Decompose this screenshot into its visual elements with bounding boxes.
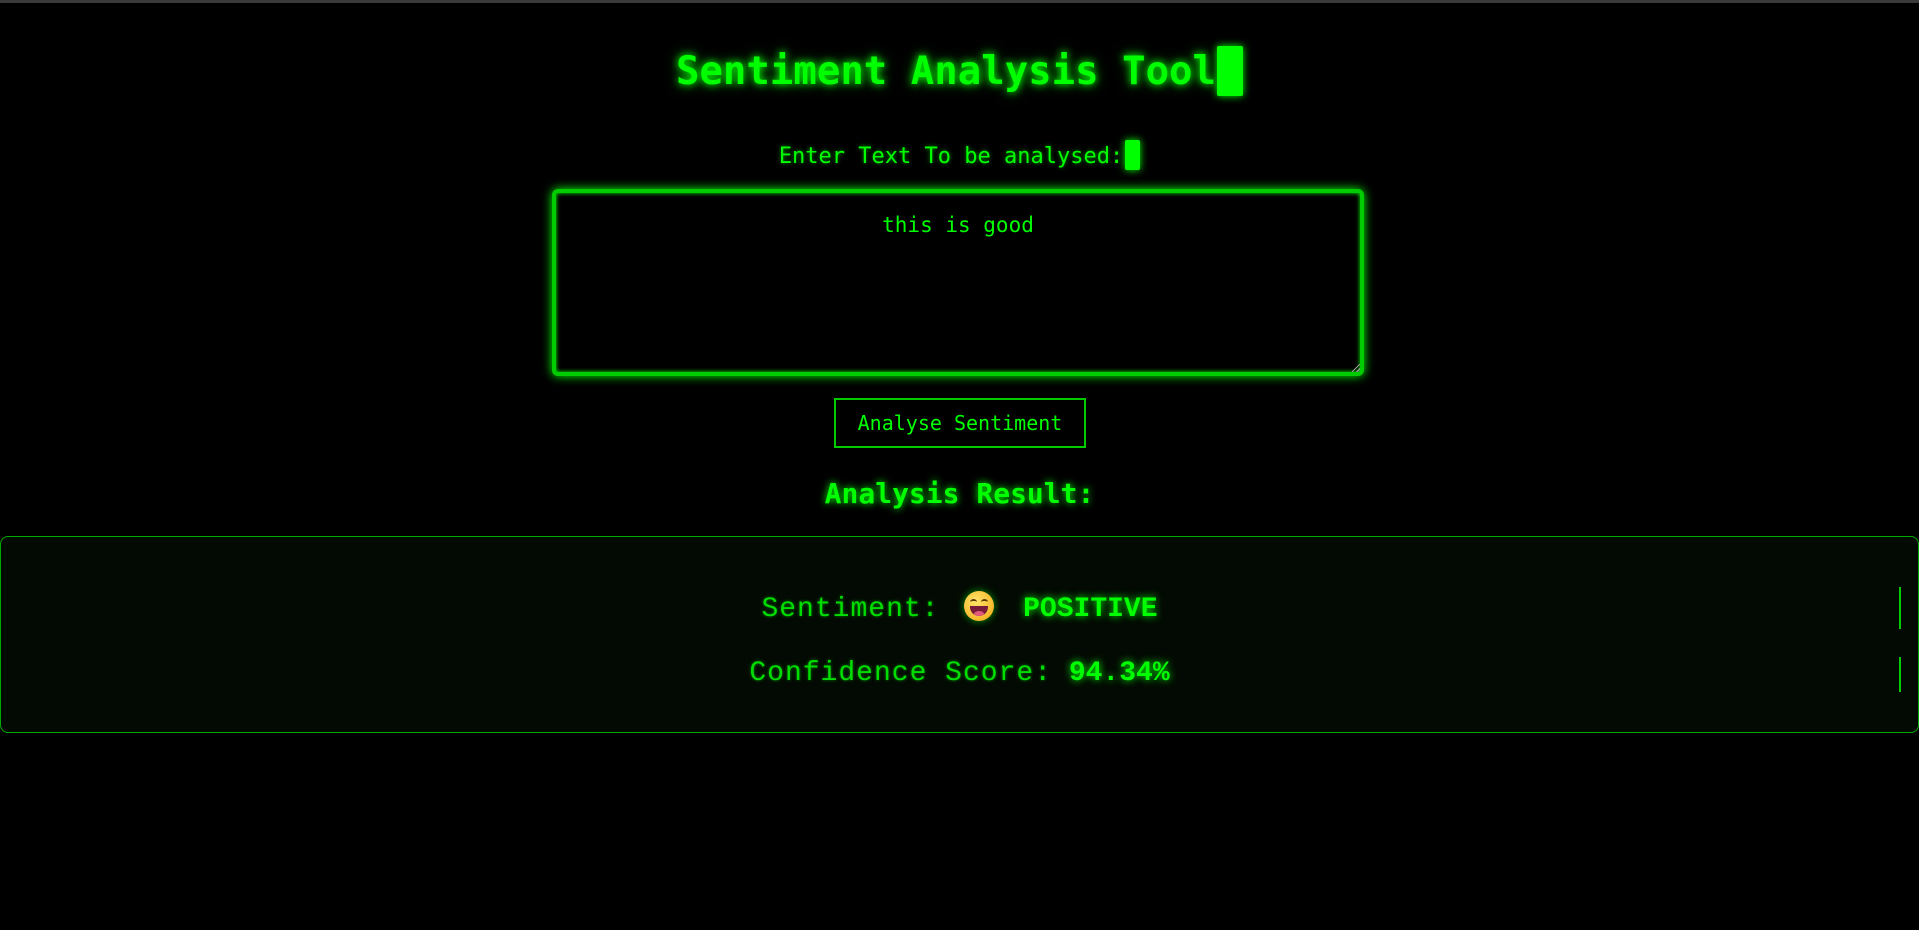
row-divider-mark bbox=[1899, 657, 1901, 692]
page-title-text: Sentiment Analysis Tool bbox=[675, 49, 1217, 94]
result-heading: Analysis Result: bbox=[824, 477, 1095, 510]
resize-handle-icon[interactable] bbox=[1352, 364, 1360, 372]
analyse-sentiment-button[interactable]: Analyse Sentiment bbox=[834, 398, 1086, 448]
confidence-label: Confidence Score: bbox=[749, 658, 1052, 689]
window-top-border bbox=[0, 0, 1919, 3]
blinking-cursor-icon bbox=[1125, 140, 1141, 170]
input-label-text: Enter Text To be analysed: bbox=[778, 144, 1124, 169]
input-label: Enter Text To be analysed: bbox=[0, 140, 1919, 173]
sentiment-row: Sentiment: POSITIVE bbox=[0, 590, 1919, 630]
result-panel bbox=[0, 536, 1919, 733]
confidence-row: Confidence Score: 94.34% bbox=[0, 654, 1919, 694]
sentiment-value: POSITIVE bbox=[1023, 594, 1158, 625]
app-page: Sentiment Analysis Tool Enter Text To be… bbox=[0, 0, 1919, 930]
text-input[interactable] bbox=[552, 189, 1364, 376]
sentiment-label: Sentiment: bbox=[761, 594, 940, 625]
grinning-face-emoji-icon bbox=[964, 590, 995, 621]
confidence-value: 94.34% bbox=[1068, 658, 1170, 689]
page-title: Sentiment Analysis Tool bbox=[0, 44, 1919, 100]
row-divider-mark bbox=[1899, 587, 1901, 629]
blinking-cursor-icon bbox=[1217, 45, 1244, 96]
